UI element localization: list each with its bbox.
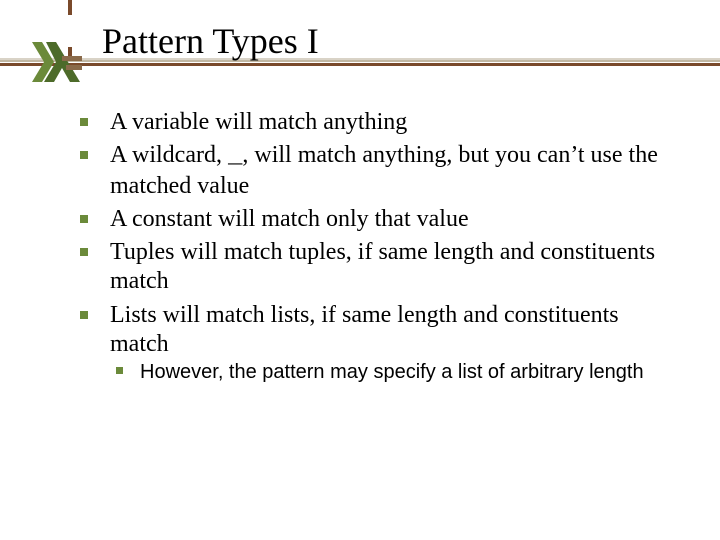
bullet-text: A variable will match anything	[110, 109, 407, 135]
bullet-text: A constant will match only that value	[110, 206, 469, 232]
bullet-item: Tuples will match tuples, if same length…	[74, 238, 679, 297]
bullet-text-pre: A wildcard,	[110, 142, 228, 168]
bullet-item: A constant will match only that value	[74, 205, 679, 234]
slide-title: Pattern Types I	[102, 20, 319, 62]
bullet-item: A wildcard, _, will match anything, but …	[74, 141, 679, 201]
sub-bullet-item: However, the pattern may specify a list …	[110, 359, 679, 385]
bullet-item: Lists will match lists, if same length a…	[74, 301, 679, 386]
slide-content: A variable will match anything A wildcar…	[74, 108, 679, 389]
decor-line	[0, 63, 720, 66]
bullet-text: Tuples will match tuples, if same length…	[110, 239, 655, 294]
bullet-item: A variable will match anything	[74, 108, 679, 137]
bullet-text: Lists will match lists, if same length a…	[110, 302, 619, 357]
sub-bullet-text: However, the pattern may specify a list …	[140, 361, 644, 383]
code-underscore: _	[228, 143, 242, 170]
slide: Pattern Types I A variable will match an…	[0, 0, 720, 540]
decor-tick-top	[68, 0, 72, 15]
haskell-logo-icon	[32, 42, 82, 82]
